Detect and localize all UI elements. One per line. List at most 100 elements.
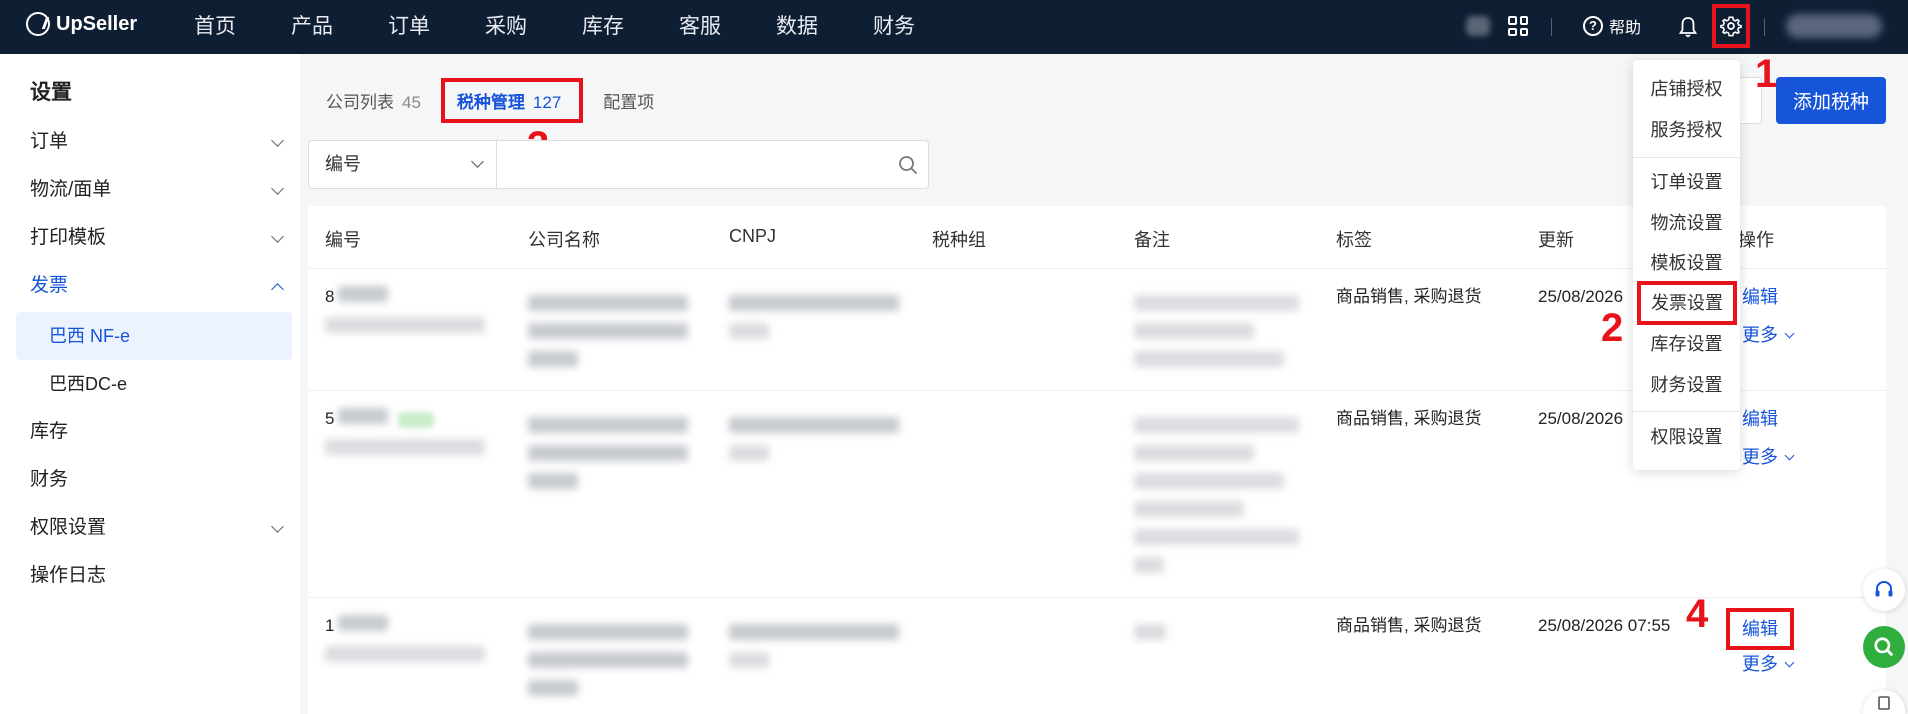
- column-header-actions: 操作: [1738, 230, 1774, 250]
- sidebar-item-orders[interactable]: 订单: [16, 118, 292, 166]
- main-nav: 首页 产品 订单 采购 库存 客服 数据 财务: [194, 0, 970, 54]
- menu-item-inventory-settings[interactable]: 库存设置: [1633, 324, 1740, 364]
- chevron-down-icon: [1784, 657, 1795, 667]
- floating-search-button[interactable]: [1863, 626, 1905, 668]
- sidebar-item-invoice[interactable]: 发票: [16, 262, 292, 310]
- tab-bar: 公司列表 45 税种管理 127 配置项: [326, 77, 674, 123]
- tab-config[interactable]: 配置项: [603, 88, 654, 113]
- sidebar-item-finance[interactable]: 财务: [16, 456, 292, 504]
- menu-item-order-settings[interactable]: 订单设置: [1633, 162, 1740, 202]
- sidebar-item-print-templates[interactable]: 打印模板: [16, 214, 292, 262]
- menu-item-store-auth[interactable]: 店铺授权: [1633, 69, 1740, 109]
- chevron-down-icon: [271, 182, 284, 195]
- help-button[interactable]: ? 帮助: [1583, 14, 1641, 38]
- nav-item-orders[interactable]: 订单: [388, 0, 485, 54]
- edit-link[interactable]: 编辑: [1742, 405, 1778, 433]
- table-row: 1 商品销售, 采购退货 25/08/2026 07:55 编辑 更多: [308, 598, 1886, 714]
- apps-grid-icon[interactable]: [1508, 16, 1528, 36]
- bell-icon[interactable]: [1679, 16, 1697, 38]
- annotation-4: 4: [1686, 592, 1709, 636]
- menu-item-template-settings[interactable]: 模板设置: [1633, 243, 1740, 283]
- clipboard-icon: [1878, 696, 1890, 710]
- more-dropdown[interactable]: 更多: [1742, 443, 1795, 471]
- nav-item-customer-service[interactable]: 客服: [679, 0, 776, 54]
- nav-item-data[interactable]: 数据: [776, 0, 873, 54]
- nav-item-products[interactable]: 产品: [291, 0, 388, 54]
- annotation-1: 1: [1755, 52, 1778, 96]
- cell-company: [528, 289, 698, 379]
- chevron-down-icon: [271, 230, 284, 243]
- logo-mark-icon: [26, 12, 50, 36]
- sidebar-item-inventory[interactable]: 库存: [16, 408, 292, 456]
- search-field-select[interactable]: 编号: [309, 141, 497, 188]
- settings-dropdown-menu: 店铺授权 服务授权 订单设置 物流设置 模板设置 发票设置 库存设置 财务设置 …: [1633, 60, 1740, 470]
- cell-tags: 商品销售, 采购退货: [1336, 409, 1482, 428]
- cell-id: 1: [325, 612, 495, 674]
- menu-item-service-auth[interactable]: 服务授权: [1633, 110, 1740, 150]
- help-label: 帮助: [1609, 20, 1642, 37]
- sidebar-title: 设置: [30, 81, 72, 104]
- cell-remark: [1134, 411, 1304, 585]
- cell-remark: [1134, 618, 1304, 652]
- annotation-2: 2: [1601, 306, 1624, 350]
- edit-link-highlighted[interactable]: 编辑: [1726, 608, 1794, 650]
- cell-tags: 商品销售, 采购退货: [1336, 287, 1482, 306]
- column-header-updated: 更新: [1538, 230, 1574, 250]
- column-header-id: 编号: [325, 230, 361, 250]
- chevron-down-icon: [271, 134, 284, 147]
- logo-text: UpSeller: [56, 12, 138, 35]
- edit-link[interactable]: 编辑: [1742, 283, 1778, 311]
- menu-item-finance-settings[interactable]: 财务设置: [1633, 365, 1740, 405]
- menu-divider: [1633, 157, 1740, 158]
- sidebar-item-logistics[interactable]: 物流/面单: [16, 166, 292, 214]
- question-icon: ?: [1583, 16, 1603, 36]
- divider: [1764, 18, 1765, 36]
- nav-item-inventory[interactable]: 库存: [582, 0, 679, 54]
- upseller-logo[interactable]: UpSeller: [26, 12, 137, 36]
- sidebar-item-brazil-dce[interactable]: 巴西DC-e: [16, 360, 292, 408]
- cell-company: [528, 411, 698, 501]
- cell-id: 8: [325, 283, 495, 345]
- cell-id: 5: [325, 405, 495, 467]
- search-bar: 编号: [308, 140, 929, 189]
- headset-icon: [1875, 580, 1893, 597]
- cell-cnpj: [729, 411, 899, 473]
- nav-item-finance[interactable]: 财务: [873, 0, 970, 54]
- sidebar-item-brazil-nfe[interactable]: 巴西 NF-e: [16, 312, 292, 360]
- blurred-icon[interactable]: [1466, 16, 1490, 36]
- cell-cnpj: [729, 618, 899, 680]
- sidebar-item-permissions[interactable]: 权限设置: [16, 504, 292, 552]
- menu-item-logistics-settings[interactable]: 物流设置: [1633, 203, 1740, 243]
- customer-support-button[interactable]: [1863, 569, 1905, 611]
- search-input[interactable]: [497, 141, 888, 188]
- cell-updated: 25/08/2026: [1538, 409, 1624, 428]
- top-nav-bar: UpSeller 首页 产品 订单 采购 库存 客服 数据 财务 ? 帮助: [0, 0, 1908, 54]
- settings-button[interactable]: [1712, 4, 1750, 48]
- more-dropdown[interactable]: 更多: [1742, 650, 1795, 678]
- menu-item-invoice-settings[interactable]: 发票设置: [1637, 281, 1737, 325]
- chevron-down-icon: [1784, 328, 1795, 338]
- menu-divider: [1633, 411, 1740, 412]
- sidebar-item-operation-log[interactable]: 操作日志: [16, 552, 292, 600]
- tab-company-list[interactable]: 公司列表 45: [326, 88, 421, 113]
- column-header-remark: 备注: [1134, 230, 1170, 250]
- search-icon[interactable]: [888, 141, 928, 188]
- chevron-down-icon: [271, 520, 284, 533]
- divider: [1551, 18, 1552, 36]
- tab-tax-management[interactable]: 税种管理 127: [440, 77, 584, 123]
- column-header-company: 公司名称: [528, 230, 600, 250]
- search-icon: [1874, 637, 1894, 657]
- settings-sidebar: 设置 订单 物流/面单 打印模板 发票 巴西 NF-e 巴西DC-e 库存 财务…: [0, 54, 300, 714]
- nav-item-purchase[interactable]: 采购: [485, 0, 582, 54]
- cell-company: [528, 618, 698, 708]
- cell-cnpj: [729, 289, 899, 351]
- cell-updated: 25/08/2026 07:55: [1538, 616, 1671, 635]
- gear-icon: [1720, 16, 1742, 37]
- more-dropdown[interactable]: 更多: [1742, 321, 1795, 349]
- nav-item-home[interactable]: 首页: [194, 0, 291, 54]
- menu-item-permission-settings[interactable]: 权限设置: [1633, 417, 1740, 457]
- user-account[interactable]: [1786, 14, 1882, 38]
- column-header-tax-group: 税种组: [932, 230, 986, 250]
- column-header-tags: 标签: [1336, 230, 1372, 250]
- add-tax-button[interactable]: 添加税种: [1776, 77, 1886, 124]
